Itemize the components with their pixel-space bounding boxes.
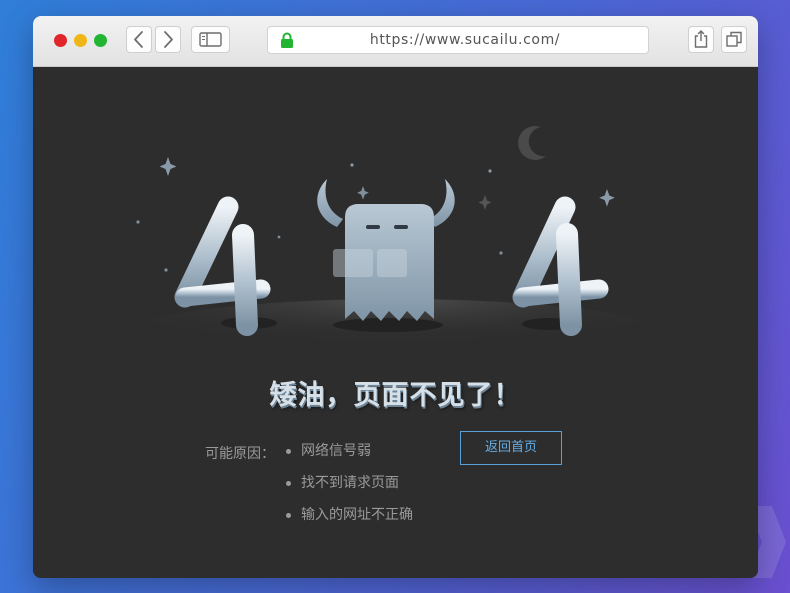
error-illustration — [120, 125, 670, 367]
back-button[interactable] — [126, 26, 152, 53]
star-icon — [357, 186, 369, 200]
tabs-button[interactable] — [721, 26, 747, 53]
bullet-dot — [286, 513, 291, 518]
tabs-icon — [726, 31, 742, 47]
chevron-left-icon — [134, 31, 143, 48]
chevron-right-icon — [164, 31, 173, 48]
reasons-list: 网络信号弱 找不到请求页面 输入的网址不正确 — [286, 443, 413, 539]
list-item: 输入的网址不正确 — [286, 507, 413, 539]
share-icon — [694, 30, 708, 48]
page-content: 矮油，页面不见了！ 可能原因： 网络信号弱 找不到请求页面 输入的网址不正确 返… — [33, 67, 758, 578]
minimize-window-button[interactable] — [74, 34, 87, 47]
address-bar[interactable]: https://www.sucailu.com/ — [267, 26, 649, 54]
close-window-button[interactable] — [54, 34, 67, 47]
reasons-label: 可能原因： — [205, 446, 275, 462]
zoom-window-button[interactable] — [94, 34, 107, 47]
share-button[interactable] — [688, 26, 714, 53]
sidebar-toggle-button[interactable] — [191, 26, 230, 53]
browser-toolbar: https://www.sucailu.com/ — [33, 16, 758, 67]
moon-icon — [518, 125, 546, 160]
reason-text: 网络信号弱 — [301, 443, 371, 459]
bullet-dot — [286, 481, 291, 486]
back-to-home-button[interactable]: 返回首页 — [460, 431, 562, 465]
browser-window: https://www.sucailu.com/ 矮油，页面不见了！ 可能原因：… — [33, 16, 758, 578]
bullet-dot — [286, 449, 291, 454]
digit-four-left — [174, 196, 271, 336]
star-icon — [599, 189, 615, 207]
forward-button[interactable] — [155, 26, 181, 53]
url-text: https://www.sucailu.com/ — [369, 32, 561, 48]
list-item: 找不到请求页面 — [286, 475, 413, 507]
sidebar-icon — [199, 32, 222, 47]
star-icon — [478, 195, 492, 210]
error-heading: 矮油，页面不见了！ — [269, 380, 522, 411]
reason-text: 输入的网址不正确 — [301, 507, 413, 523]
star-icon — [159, 157, 177, 176]
list-item: 网络信号弱 — [286, 443, 413, 475]
reason-text: 找不到请求页面 — [301, 475, 399, 491]
